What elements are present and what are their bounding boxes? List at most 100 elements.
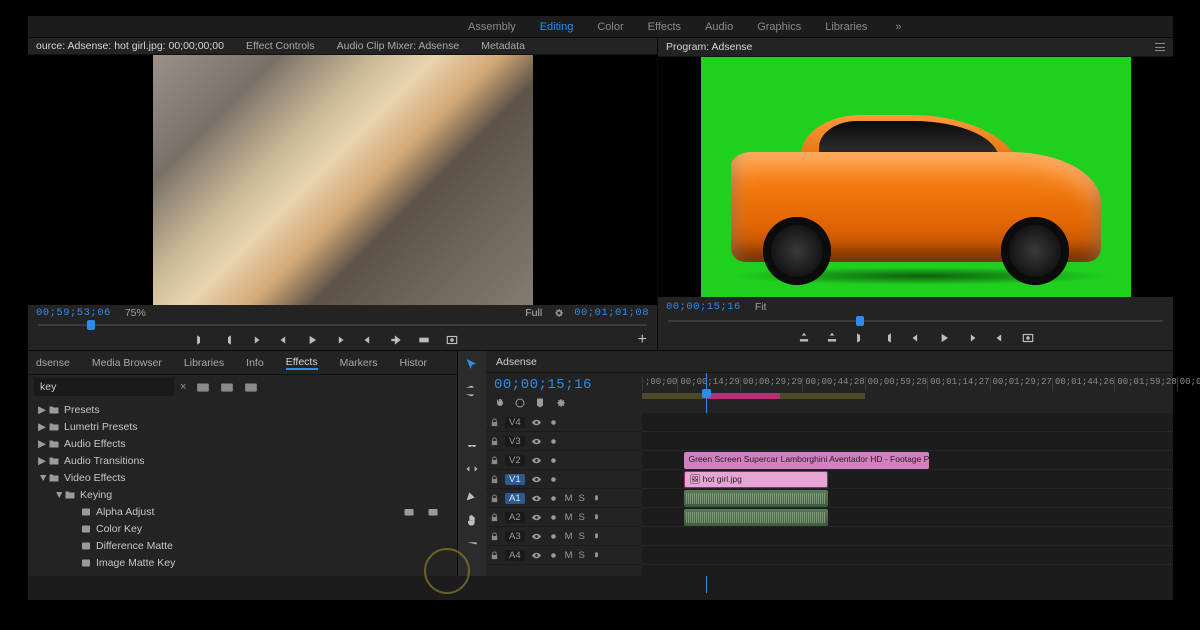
toggle-output-icon[interactable] <box>531 494 542 503</box>
export-frame2-icon[interactable] <box>1021 331 1035 345</box>
program-scrub[interactable] <box>658 316 1173 326</box>
lock-icon[interactable] <box>490 475 499 484</box>
play2-icon[interactable] <box>937 331 951 345</box>
track-select-tool-icon[interactable] <box>464 383 480 399</box>
mic-icon[interactable] <box>591 513 602 522</box>
effects-tree-item[interactable]: ▶Audio Transitions <box>32 452 453 469</box>
effects-tree-item[interactable]: Difference Matte <box>32 537 453 554</box>
program-viewer[interactable] <box>658 57 1173 297</box>
hand-tool-icon[interactable] <box>464 513 480 529</box>
timeline-timecode[interactable]: 00;00;15;16 <box>494 377 634 393</box>
workspace-editing[interactable]: Editing <box>540 21 574 33</box>
selection-tool-icon[interactable] <box>464 357 480 373</box>
workspace-assembly[interactable]: Assembly <box>468 21 516 33</box>
toggle-output-icon[interactable] <box>531 437 542 446</box>
settings-icon[interactable] <box>552 307 564 319</box>
source-timecode-left[interactable]: 00;59;53;06 <box>36 307 111 319</box>
lock-icon[interactable] <box>490 494 499 503</box>
marker-icon[interactable] <box>534 397 546 409</box>
mic-icon[interactable] <box>591 532 602 541</box>
timeline-clip[interactable]: 🖼 hot girl.jpg <box>684 471 827 488</box>
sync-lock-icon[interactable] <box>548 475 559 484</box>
workspace-color[interactable]: Color <box>597 21 623 33</box>
button-editor-icon[interactable]: + <box>638 331 647 349</box>
lock-icon[interactable] <box>490 551 499 560</box>
pen-tool-icon[interactable] <box>464 487 480 503</box>
source-fit[interactable]: Full <box>525 307 542 319</box>
step-fwd2-icon[interactable] <box>965 331 979 345</box>
lock-icon[interactable] <box>490 532 499 541</box>
timeline-clip[interactable]: Green Screen Supercar Lamborghini Aventa… <box>684 452 928 469</box>
32bit-icon[interactable] <box>220 381 234 393</box>
step-back-icon[interactable] <box>277 333 291 347</box>
step-back2-icon[interactable] <box>909 331 923 345</box>
audio-clip-mixer-tab[interactable]: Audio Clip Mixer: Adsense <box>337 40 460 52</box>
play-icon[interactable] <box>305 333 319 347</box>
step-fwd-icon[interactable] <box>333 333 347 347</box>
yuv-icon[interactable] <box>244 381 258 393</box>
mark-in-icon[interactable] <box>193 333 207 347</box>
clear-search-icon[interactable]: × <box>180 381 186 393</box>
type-tool-icon[interactable] <box>464 539 480 555</box>
effects-tree-item[interactable]: Luma Key <box>32 571 453 576</box>
sync-lock-icon[interactable] <box>548 513 559 522</box>
ripple-tool-icon[interactable] <box>464 409 480 425</box>
sequence-tab[interactable]: Adsense <box>496 356 537 368</box>
linked-selection-icon[interactable] <box>514 397 526 409</box>
track-header-v4[interactable]: V4 <box>486 413 642 432</box>
slip-tool-icon[interactable] <box>464 461 480 477</box>
lock-icon[interactable] <box>490 456 499 465</box>
lift-icon[interactable] <box>797 331 811 345</box>
sync-lock-icon[interactable] <box>548 418 559 427</box>
effects-tree-item[interactable]: ▶Audio Effects <box>32 435 453 452</box>
sync-lock-icon[interactable] <box>548 494 559 503</box>
razor-tool-icon[interactable] <box>464 435 480 451</box>
toggle-output-icon[interactable] <box>531 418 542 427</box>
source-zoom[interactable]: 75% <box>125 307 146 319</box>
snap-icon[interactable] <box>494 397 506 409</box>
accelerated-icon[interactable] <box>196 381 210 393</box>
track-header-a2[interactable]: A2MS <box>486 508 642 527</box>
effects-tree-item[interactable]: Color Key <box>32 520 453 537</box>
settings2-icon[interactable] <box>554 397 566 409</box>
track-header-a1[interactable]: A1MS <box>486 489 642 508</box>
effects-search-input[interactable] <box>34 378 174 396</box>
mark-in2-icon[interactable] <box>853 331 867 345</box>
extract-icon[interactable] <box>825 331 839 345</box>
mic-icon[interactable] <box>591 551 602 560</box>
effects-tree-item[interactable]: Image Matte Key <box>32 554 453 571</box>
libraries-tab[interactable]: Libraries <box>184 357 224 369</box>
program-fit[interactable]: Fit <box>755 301 767 313</box>
effect-controls-tab[interactable]: Effect Controls <box>246 40 315 52</box>
timeline-clip[interactable] <box>684 490 827 507</box>
track-header-a4[interactable]: A4MS <box>486 546 642 565</box>
go-out-icon[interactable] <box>361 333 375 347</box>
toggle-output-icon[interactable] <box>531 532 542 541</box>
mark-out-icon[interactable] <box>221 333 235 347</box>
lock-icon[interactable] <box>490 418 499 427</box>
go-in-icon[interactable] <box>249 333 263 347</box>
metadata-tab[interactable]: Metadata <box>481 40 525 52</box>
program-tab[interactable]: Program: Adsense <box>666 41 752 53</box>
effects-tree-item[interactable]: ▼Video Effects <box>32 469 453 486</box>
sync-lock-icon[interactable] <box>548 437 559 446</box>
track-header-v3[interactable]: V3 <box>486 432 642 451</box>
track-header-v1[interactable]: V1 <box>486 470 642 489</box>
effects-tree-item[interactable]: ▼Keying <box>32 486 453 503</box>
effects-tree-item[interactable]: ▶Lumetri Presets <box>32 418 453 435</box>
mic-icon[interactable] <box>591 494 602 503</box>
timeline-clip[interactable] <box>684 509 827 526</box>
toggle-output-icon[interactable] <box>531 513 542 522</box>
markers-tab[interactable]: Markers <box>340 357 378 369</box>
workspace-graphics[interactable]: Graphics <box>757 21 801 33</box>
history-tab[interactable]: Histor <box>400 357 427 369</box>
track-header-a3[interactable]: A3MS <box>486 527 642 546</box>
lock-icon[interactable] <box>490 437 499 446</box>
panel-menu-icon[interactable] <box>1155 43 1165 51</box>
lock-icon[interactable] <box>490 513 499 522</box>
effects-tree-item[interactable]: Alpha Adjust <box>32 503 453 520</box>
workspace-overflow-icon[interactable]: » <box>895 21 901 33</box>
sync-lock-icon[interactable] <box>548 532 559 541</box>
track-header-v2[interactable]: V2 <box>486 451 642 470</box>
timeline-ruler[interactable]: ;00;0000;00;14;2900;00;29;2900;00;44;280… <box>642 373 1173 413</box>
